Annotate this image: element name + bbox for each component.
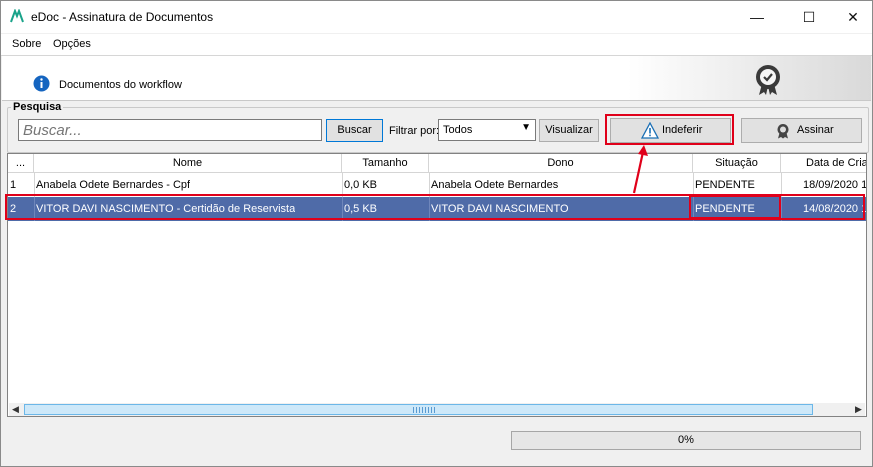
maximize-button[interactable]: ☐ [786, 1, 832, 33]
header-title: Documentos do workflow [59, 79, 182, 91]
horizontal-scrollbar[interactable]: ◀ ▶ [9, 403, 865, 416]
minimize-button[interactable]: — [734, 1, 780, 33]
progress-text: 0% [678, 434, 694, 446]
search-group-label: Pesquisa [11, 101, 64, 113]
menu-item-opcoes[interactable]: Opções [53, 38, 91, 50]
cell-nome: Anabela Odete Bernardes - Cpf [36, 179, 191, 191]
scroll-left-icon[interactable]: ◀ [9, 403, 22, 416]
column-header-dono[interactable]: Dono [429, 154, 693, 173]
seal-icon [777, 124, 789, 139]
column-header-nome[interactable]: Nome [34, 154, 342, 173]
cell-data: 18/09/2020 14: [803, 179, 866, 191]
search-input[interactable] [19, 120, 321, 140]
sign-button[interactable]: Assinar [741, 118, 862, 143]
cell-tamanho: 0,0 KB [344, 179, 378, 191]
header-band: Documentos do workflow [2, 56, 871, 101]
main-window: eDoc - Assinatura de Documentos — ☐ ✕ So… [0, 0, 873, 467]
sign-button-label: Assinar [797, 124, 834, 136]
search-field[interactable] [18, 119, 322, 141]
title-bar: eDoc - Assinatura de Documentos — ☐ ✕ [1, 1, 872, 33]
reject-button-highlight [605, 114, 734, 145]
app-logo-icon [10, 9, 24, 23]
info-icon [33, 75, 50, 92]
search-button[interactable]: Buscar [326, 119, 383, 142]
menu-item-sobre[interactable]: Sobre [12, 38, 41, 50]
cell-index: 1 [10, 179, 17, 191]
filter-label: Filtrar por: [389, 125, 440, 137]
status-cell-highlight [689, 195, 781, 219]
scroll-right-icon[interactable]: ▶ [852, 403, 865, 416]
menu-bar: Sobre Opções [1, 34, 872, 56]
column-header-tamanho[interactable]: Tamanho [342, 154, 429, 173]
scrollbar-thumb[interactable] [24, 404, 813, 415]
filter-selected-value: Todos [443, 124, 473, 136]
documents-table: ... Nome Tamanho Dono Situação Data de C… [7, 153, 867, 417]
progress-bar: 0% [511, 431, 861, 450]
cell-dono: Anabela Odete Bernardes [431, 179, 559, 191]
column-header-index[interactable]: ... [8, 154, 34, 173]
window-title: eDoc - Assinatura de Documentos [31, 10, 214, 24]
chevron-down-icon: ▼ [521, 122, 531, 133]
certificate-badge-icon [756, 65, 780, 95]
view-button[interactable]: Visualizar [539, 119, 599, 142]
filter-select[interactable]: Todos ▼ [438, 119, 536, 141]
column-header-data[interactable]: Data de Criação [781, 154, 866, 173]
annotation-arrow-icon [632, 145, 648, 194]
column-header-situacao[interactable]: Situação [693, 154, 781, 173]
cell-situacao: PENDENTE [695, 179, 755, 191]
close-button[interactable]: ✕ [830, 1, 873, 33]
